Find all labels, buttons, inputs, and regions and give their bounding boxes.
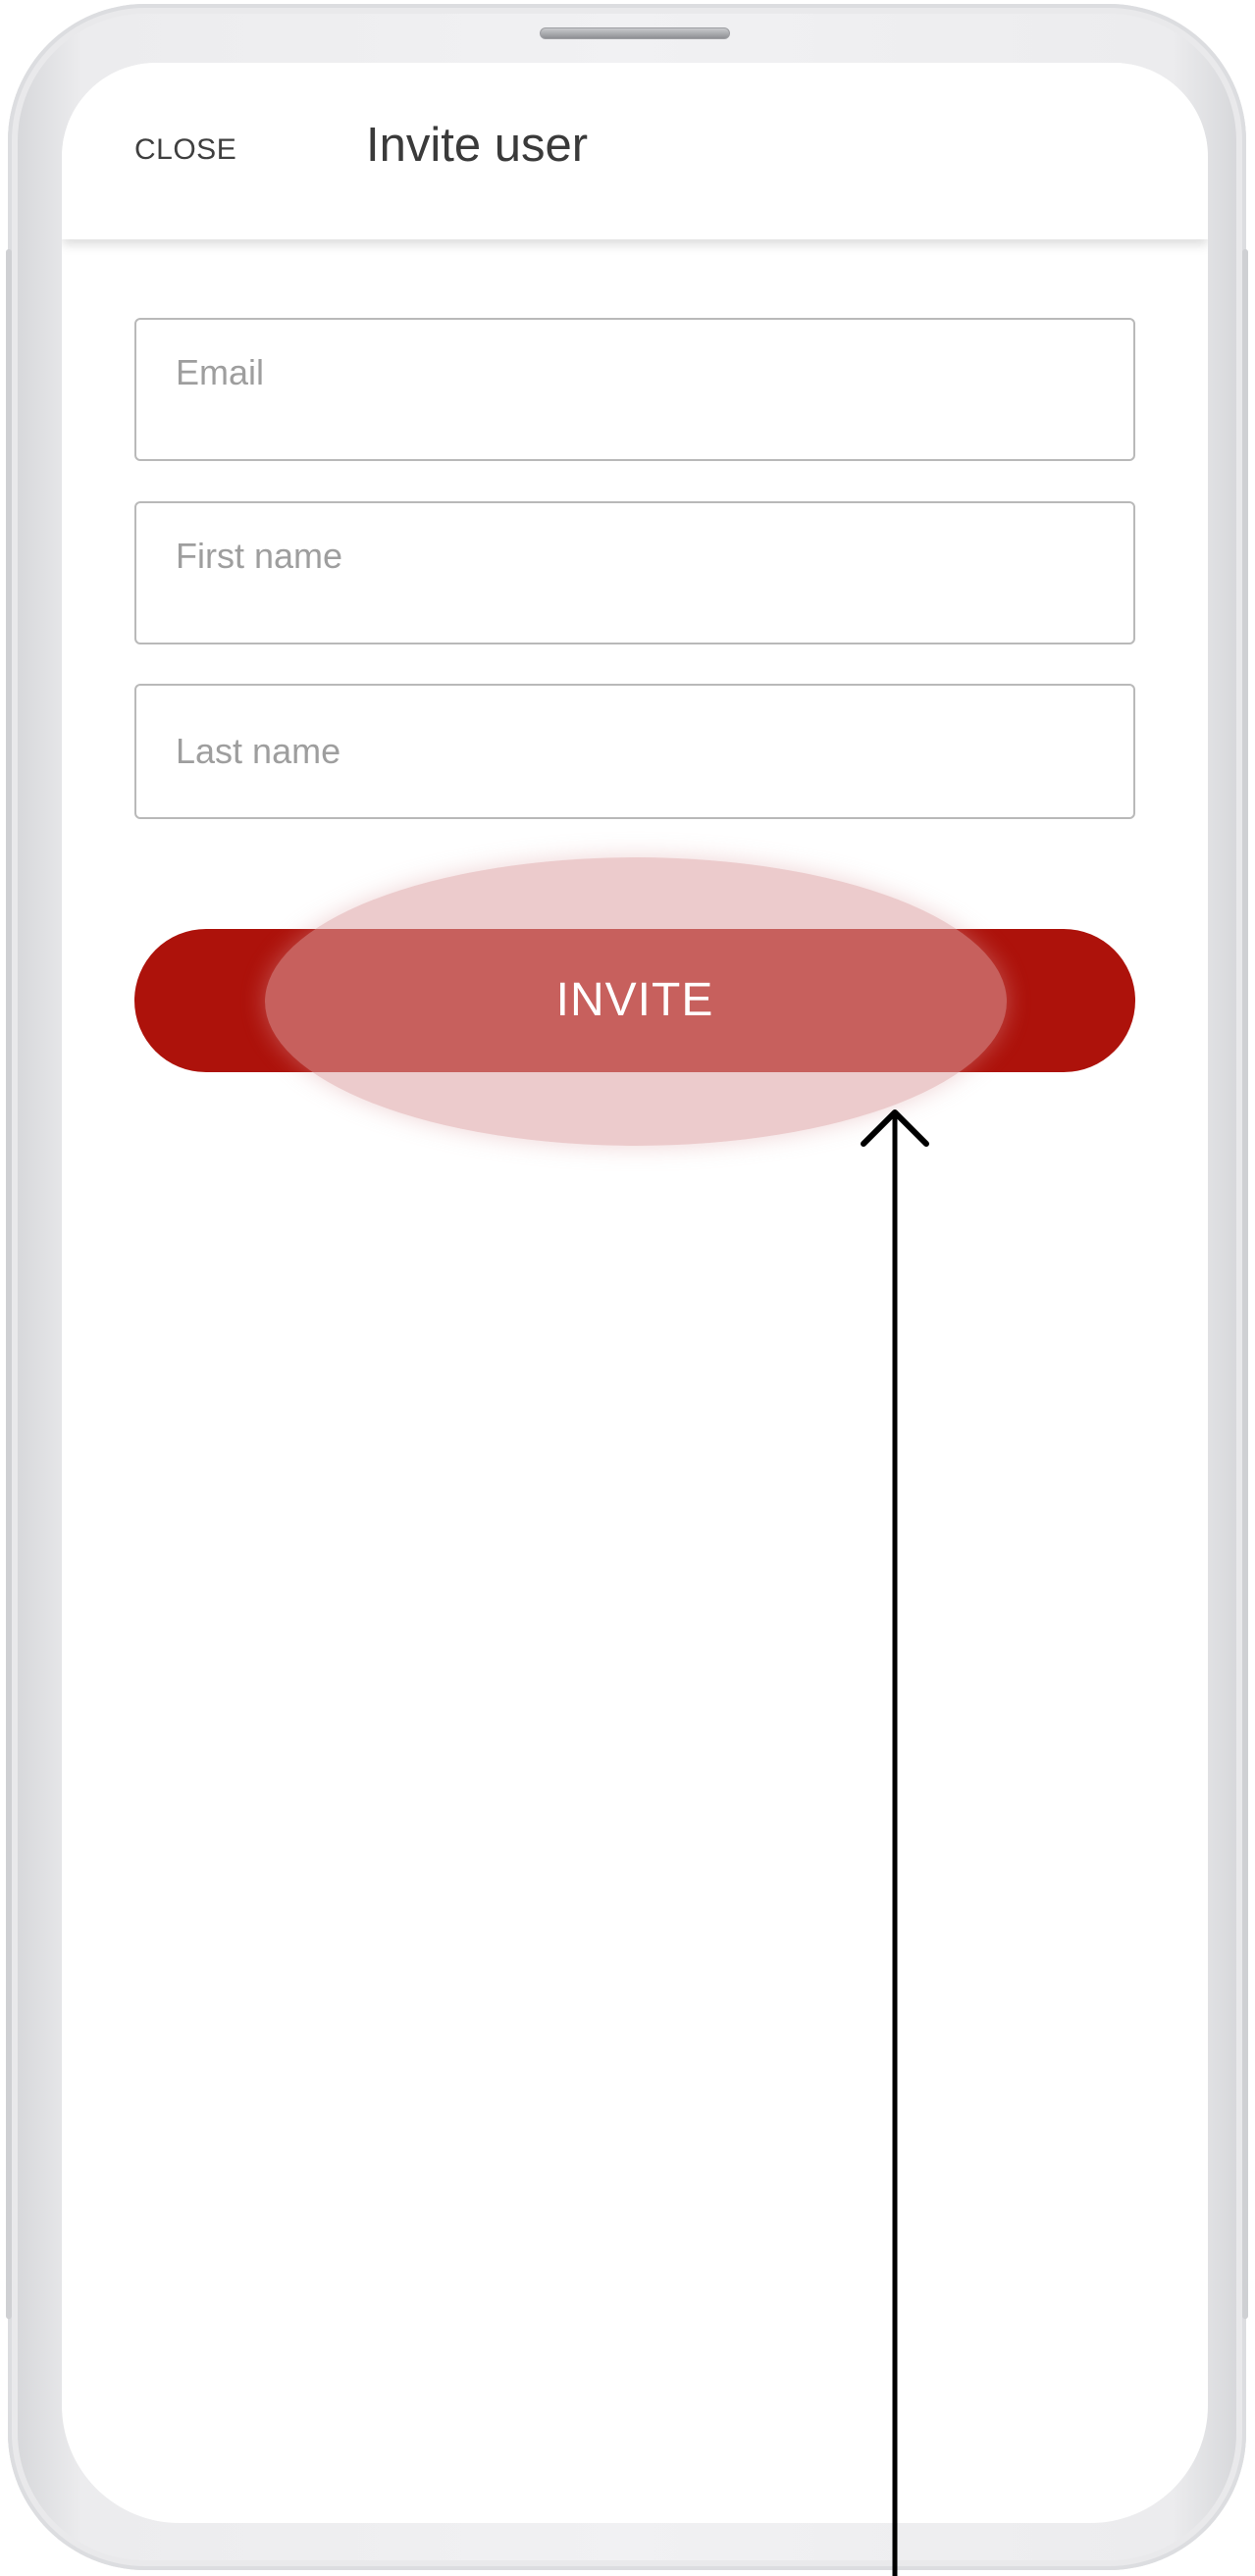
invite-button[interactable] bbox=[134, 929, 1135, 1072]
app-screen: CLOSE Invite user INVITE bbox=[62, 63, 1208, 2523]
app-header: CLOSE Invite user bbox=[62, 63, 1208, 239]
phone-frame: CLOSE Invite user INVITE bbox=[6, 4, 1248, 2570]
first-name-field[interactable] bbox=[134, 501, 1135, 644]
close-button[interactable]: CLOSE bbox=[134, 133, 236, 167]
email-field[interactable] bbox=[134, 318, 1135, 461]
phone-side-button-left bbox=[6, 249, 12, 2319]
phone-speaker bbox=[540, 27, 730, 39]
page-title: Invite user bbox=[366, 119, 589, 172]
phone-side-button-right bbox=[1242, 249, 1248, 2319]
last-name-field[interactable] bbox=[134, 684, 1135, 819]
